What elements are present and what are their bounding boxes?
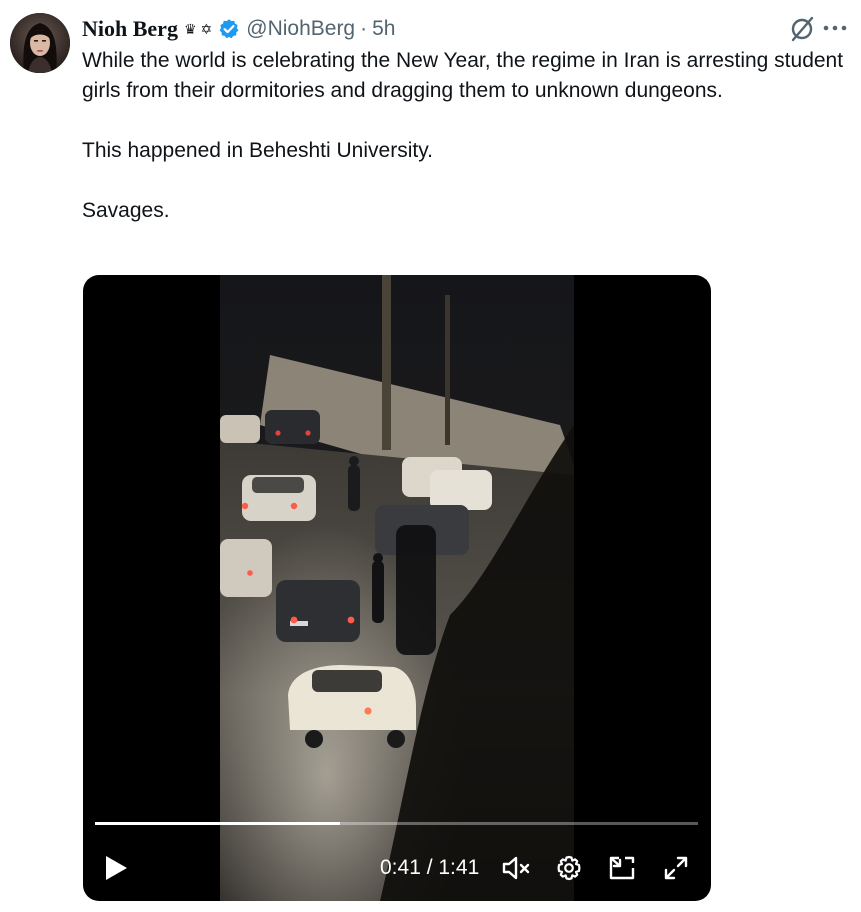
video-frame[interactable] (220, 275, 574, 901)
volume-muted-icon[interactable] (501, 855, 533, 881)
timestamp[interactable]: 5h (372, 17, 395, 41)
name-badges: ♛ ✡ (184, 22, 212, 36)
video-player[interactable]: 0:41 / 1:41 (83, 275, 711, 901)
settings-icon[interactable] (555, 854, 583, 882)
grok-icon[interactable] (787, 14, 817, 44)
tweet-paragraph: While the world is celebrating the New Y… (82, 49, 844, 102)
tweet-text: While the world is celebrating the New Y… (82, 46, 852, 226)
display-name[interactable]: Nioh Berg (82, 16, 178, 42)
tweet-paragraph: Savages. (82, 199, 170, 222)
verified-badge-icon[interactable] (218, 18, 240, 40)
handle[interactable]: @NiohBerg (246, 17, 355, 41)
avatar-image (10, 13, 70, 73)
star-of-david-glyph: ✡ (200, 21, 213, 37)
video-progress-fill (95, 822, 340, 825)
video-timecode: 0:41 / 1:41 (380, 856, 480, 879)
crown-glyph: ♛ (183, 21, 197, 37)
fullscreen-icon[interactable] (663, 855, 689, 881)
tweet-header: Nioh Berg ♛ ✡ @NiohBerg · 5h (82, 14, 395, 44)
separator-dot: · (360, 17, 368, 40)
video-controls: 0:41 / 1:41 (83, 840, 711, 890)
more-icon[interactable] (815, 16, 855, 40)
video-progress-bar[interactable] (95, 822, 698, 825)
tweet-paragraph: This happened in Beheshti University. (82, 139, 433, 162)
play-icon[interactable] (103, 854, 129, 882)
dock-icon[interactable] (607, 854, 637, 882)
avatar[interactable] (10, 13, 70, 73)
